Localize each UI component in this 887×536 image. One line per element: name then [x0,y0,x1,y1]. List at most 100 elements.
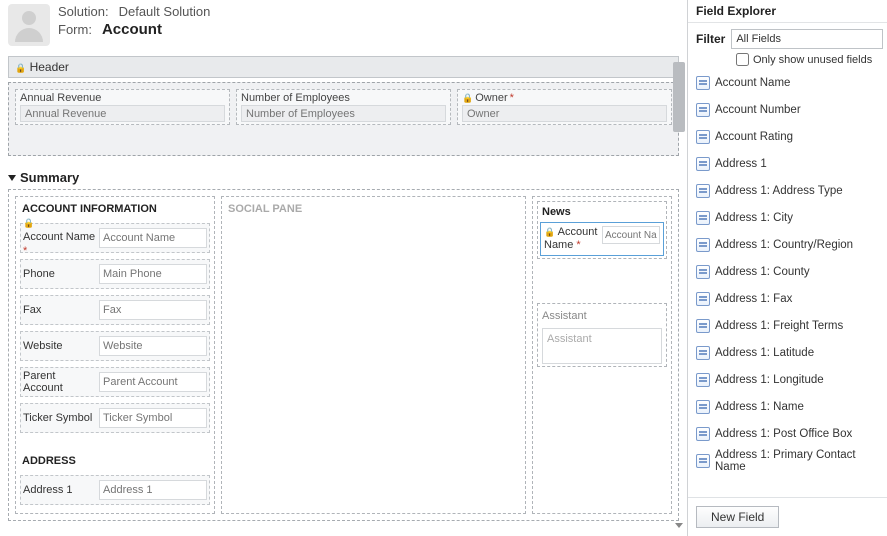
field-input[interactable] [99,372,207,392]
new-field-button[interactable]: New Field [696,506,779,528]
explorer-field-item[interactable]: Address 1: Name [692,394,883,421]
field-icon [696,346,710,360]
explorer-field-label: Address 1: Name [715,401,804,413]
field-icon [696,427,710,441]
unused-fields-checkbox[interactable] [736,53,749,66]
filter-select[interactable] [731,29,883,49]
form-header: Solution: Default Solution Form: Account [8,4,679,46]
explorer-field-item[interactable]: Address 1: County [692,259,883,286]
explorer-field-label: Address 1: Freight Terms [715,320,843,332]
lock-icon: 🔒 [15,63,26,74]
section-assistant-title: Assistant [540,306,664,326]
explorer-field-item[interactable]: Address 1: Address Type [692,178,883,205]
explorer-field-item[interactable]: Account Name [692,70,883,97]
field-icon [696,238,710,252]
section-social-title: SOCIAL PANE [224,199,523,221]
section-account-info-title: ACCOUNT INFORMATION [18,199,212,221]
header-field-input[interactable] [462,105,667,122]
tab-title: Summary [20,170,79,185]
lock-icon: 🔒 [23,219,34,229]
required-star-icon: * [510,92,514,104]
header-field[interactable]: Number of Employees [236,89,451,125]
field-icon [696,373,710,387]
field-icon [696,400,710,414]
header-field[interactable]: 🔒Owner* [457,89,672,125]
required-star-icon: * [23,245,27,257]
filter-label: Filter [696,32,725,46]
field-icon [696,211,710,225]
field-icon [696,184,710,198]
field-icon [696,76,710,90]
explorer-field-item[interactable]: Address 1: City [692,205,883,232]
explorer-field-item[interactable]: Address 1: Country/Region [692,232,883,259]
field-label: Number of Employees [241,92,350,104]
header-field-input[interactable] [241,105,446,122]
header-section-bar[interactable]: 🔒 Header [8,56,679,78]
lock-icon: 🔒 [544,227,555,237]
explorer-field-item[interactable]: Address 1: Fax [692,286,883,313]
explorer-field-item[interactable]: Account Number [692,97,883,124]
chevron-down-icon [675,523,683,528]
field-explorer-title: Field Explorer [688,0,887,23]
explorer-field-label: Address 1: Fax [715,293,792,305]
entity-avatar [8,4,50,46]
explorer-field-item[interactable]: Address 1: Latitude [692,340,883,367]
field-label: Account Name [23,231,95,243]
header-fields-panel: Annual Revenue Number of Employees 🔒Owner* [8,82,679,156]
form-name: Account [102,21,162,38]
explorer-field-item[interactable]: Address 1 [692,151,883,178]
explorer-field-item[interactable]: Address 1: Longitude [692,367,883,394]
field-label: Phone [23,268,55,280]
form-field[interactable]: Address 1 [20,475,210,505]
news-account-name-input[interactable] [602,226,660,244]
tab-body: ACCOUNT INFORMATION 🔒Account Name*PhoneF… [8,189,679,521]
field-input[interactable] [99,300,207,320]
header-field-input[interactable] [20,105,225,122]
scroll-down-button[interactable] [673,518,685,532]
scrollbar-thumb[interactable] [673,62,685,132]
explorer-field-label: Address 1: County [715,266,810,278]
solution-value: Default Solution [119,4,211,19]
explorer-field-label: Account Name [715,77,790,89]
field-icon [696,319,710,333]
section-news-title: News [540,204,664,222]
form-field[interactable]: Website [20,331,210,361]
header-field[interactable]: Annual Revenue [15,89,230,125]
field-list: Account Name Account Number Account Rating… [688,70,887,497]
explorer-field-item[interactable]: Address 1: Post Office Box [692,421,883,448]
form-field[interactable]: 🔒Account Name* [20,223,210,253]
assistant-box[interactable]: Assistant [542,328,662,364]
explorer-field-item[interactable]: Address 1: Freight Terms [692,313,883,340]
main-scrollbar[interactable] [673,62,685,532]
form-field[interactable]: Ticker Symbol [20,403,210,433]
field-input[interactable] [99,228,207,248]
column-1: ACCOUNT INFORMATION 🔒Account Name*PhoneF… [15,196,215,514]
lock-icon: 🔒 [462,93,473,104]
field-input[interactable] [99,408,207,428]
explorer-field-label: Account Rating [715,131,793,143]
field-input[interactable] [99,264,207,284]
form-field[interactable]: Phone [20,259,210,289]
field-input[interactable] [99,336,207,356]
explorer-field-label: Address 1: City [715,212,793,224]
field-input[interactable] [99,480,207,500]
caret-down-icon [8,175,16,181]
unused-fields-toggle[interactable]: Only show unused fields [736,53,879,66]
explorer-field-label: Address 1: Primary Contact Name [715,449,879,473]
field-label: Annual Revenue [20,92,101,104]
field-label: Owner [475,92,507,104]
required-star-icon: * [576,239,580,251]
field-explorer: Field Explorer Filter Only show unused f… [687,0,887,536]
news-account-name-field[interactable]: 🔒 Account Name * [540,222,664,256]
explorer-field-label: Address 1: Post Office Box [715,428,852,440]
field-label: Parent Account [23,370,97,394]
form-field[interactable]: Fax [20,295,210,325]
field-icon [696,454,710,468]
explorer-field-item[interactable]: Account Rating [692,124,883,151]
form-field[interactable]: Parent Account [20,367,210,397]
field-label: Address 1 [23,484,73,496]
field-label: Ticker Symbol [23,412,92,424]
explorer-field-item[interactable]: Address 1: Primary Contact Name [692,448,883,475]
section-address-title: ADDRESS [18,451,212,473]
tab-summary[interactable]: Summary [8,170,679,185]
